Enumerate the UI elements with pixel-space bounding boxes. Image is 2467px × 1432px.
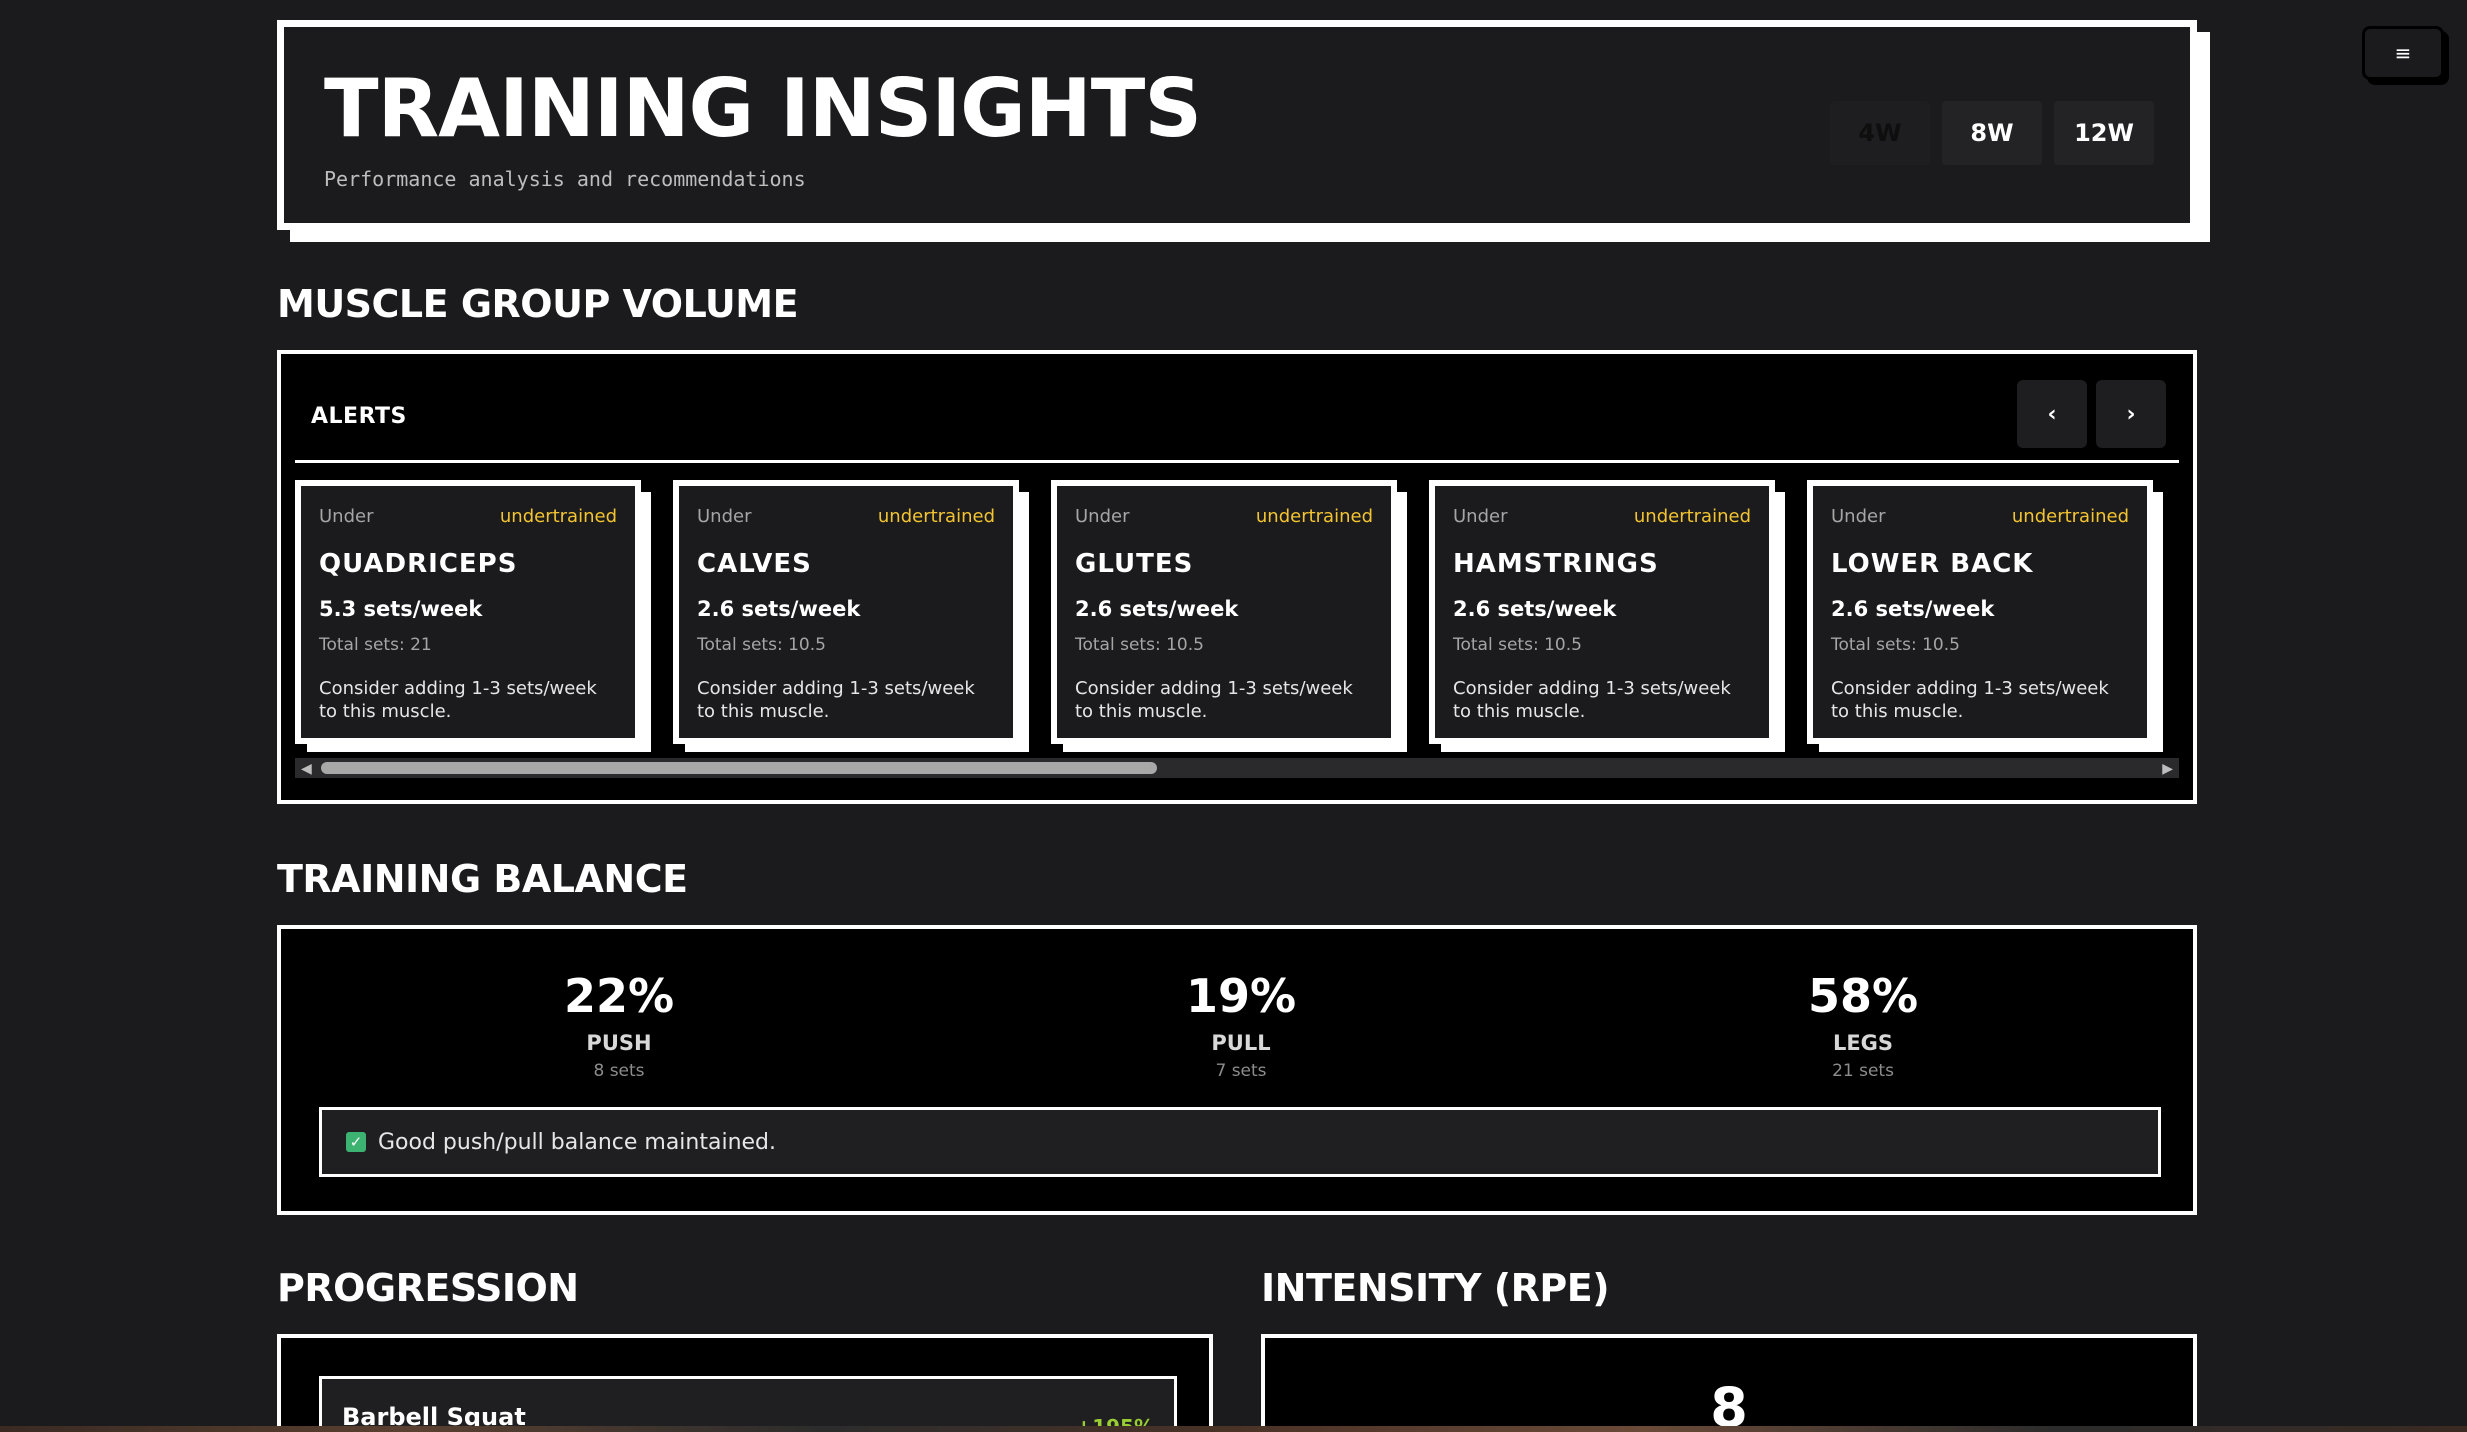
alert-badge: undertrained: [1633, 506, 1751, 527]
alert-badge: undertrained: [2011, 506, 2129, 527]
total-sets: Total sets: 10.5: [1075, 635, 1204, 655]
page-title: TRAINING INSIGHTS: [324, 62, 1202, 155]
section-title-muscle-volume: MUSCLE GROUP VOLUME: [277, 282, 799, 326]
progression-panel: Barbell Squat +195%: [277, 1334, 1213, 1432]
alert-card[interactable]: Under undertrained HAMSTRINGS 2.6 sets/w…: [1429, 480, 1785, 752]
balance-label: PULL: [1211, 1031, 1271, 1055]
alert-card[interactable]: Under undertrained GLUTES 2.6 sets/week …: [1051, 480, 1407, 752]
alert-card-body: Under undertrained QUADRICEPS 5.3 sets/w…: [295, 480, 641, 744]
section-title-training-balance: TRAINING BALANCE: [277, 857, 688, 901]
balance-sets: 8 sets: [593, 1061, 645, 1081]
page-header: TRAINING INSIGHTS Performance analysis a…: [277, 20, 2197, 230]
alerts-divider: [295, 460, 2179, 463]
menu-icon: ≡: [2394, 41, 2412, 65]
recommendation: Consider adding 1-3 sets/week to this mu…: [1075, 678, 1353, 723]
alert-status: Under: [1453, 506, 1508, 527]
range-tabs: 4W 8W 12W: [1830, 101, 2154, 165]
sets-per-week: 2.6 sets/week: [1831, 597, 1995, 621]
alert-card[interactable]: Under undertrained LOWER BACK 2.6 sets/w…: [1807, 480, 2163, 752]
total-sets: Total sets: 21: [319, 635, 432, 655]
alert-card[interactable]: Under undertrained CALVES 2.6 sets/week …: [673, 480, 1029, 752]
sets-per-week: 5.3 sets/week: [319, 597, 483, 621]
insights-page: ≡ TRAINING INSIGHTS Performance analysis…: [0, 0, 2467, 1432]
carousel-next-button[interactable]: ›: [2096, 380, 2166, 448]
menu-button[interactable]: ≡: [2362, 26, 2444, 80]
muscle-name: HAMSTRINGS: [1453, 549, 1659, 579]
balance-label: LEGS: [1832, 1031, 1894, 1055]
muscle-volume-panel: ALERTS ‹ › Under undertrained QUADRICEPS…: [277, 350, 2197, 804]
intensity-panel: 8: [1261, 1334, 2197, 1432]
alert-status: Under: [697, 506, 752, 527]
range-tab-12w[interactable]: 12W: [2054, 101, 2154, 165]
alert-cards-carousel[interactable]: Under undertrained QUADRICEPS 5.3 sets/w…: [295, 480, 2181, 752]
recommendation: Consider adding 1-3 sets/week to this mu…: [319, 678, 597, 723]
balance-sets: 7 sets: [1215, 1061, 1267, 1081]
alert-badge: undertrained: [877, 506, 995, 527]
balance-message: ✓ Good push/pull balance maintained.: [319, 1107, 2161, 1177]
sets-per-week: 2.6 sets/week: [1453, 597, 1617, 621]
scroll-left-icon[interactable]: ◀: [301, 762, 312, 776]
scroll-right-icon[interactable]: ▶: [2162, 762, 2173, 776]
range-tab-8w[interactable]: 8W: [1942, 101, 2042, 165]
alert-status: Under: [319, 506, 374, 527]
alert-card-body: Under undertrained CALVES 2.6 sets/week …: [673, 480, 1019, 744]
recommendation: Consider adding 1-3 sets/week to this mu…: [697, 678, 975, 723]
training-balance-panel: 22% PUSH 8 sets 19% PULL 7 sets 58% LEGS…: [277, 925, 2197, 1215]
balance-percent: 58%: [1807, 969, 1919, 1023]
total-sets: Total sets: 10.5: [1453, 635, 1582, 655]
muscle-name: QUADRICEPS: [319, 549, 518, 579]
bottom-image-strip: [0, 1426, 2467, 1432]
muscle-name: GLUTES: [1075, 549, 1194, 579]
alert-status: Under: [1075, 506, 1130, 527]
section-title-progression: PROGRESSION: [277, 1266, 579, 1310]
total-sets: Total sets: 10.5: [697, 635, 826, 655]
alerts-heading: ALERTS: [311, 404, 407, 429]
balance-label: PUSH: [586, 1031, 652, 1055]
alert-card-body: Under undertrained HAMSTRINGS 2.6 sets/w…: [1429, 480, 1775, 744]
balance-message-text: Good push/pull balance maintained.: [378, 1129, 777, 1155]
alert-card[interactable]: Under undertrained QUADRICEPS 5.3 sets/w…: [295, 480, 651, 752]
muscle-name: LOWER BACK: [1831, 549, 2034, 579]
balance-percent: 19%: [1185, 969, 1297, 1023]
progression-card[interactable]: Barbell Squat +195%: [319, 1376, 1177, 1432]
carousel-prev-button[interactable]: ‹: [2017, 380, 2087, 448]
alert-badge: undertrained: [1255, 506, 1373, 527]
balance-legs: 58% LEGS 21 sets: [1663, 969, 2063, 1081]
balance-percent: 22%: [563, 969, 675, 1023]
alert-card-body: Under undertrained GLUTES 2.6 sets/week …: [1051, 480, 1397, 744]
alert-status: Under: [1831, 506, 1886, 527]
horizontal-scrollbar[interactable]: ◀ ▶: [295, 758, 2179, 778]
rpe-value: 8: [1710, 1376, 1748, 1432]
alert-badge: undertrained: [499, 506, 617, 527]
page-subtitle: Performance analysis and recommendations: [324, 167, 806, 191]
range-tab-4w[interactable]: 4W: [1830, 101, 1930, 165]
section-title-intensity: INTENSITY (RPE): [1261, 1266, 1610, 1310]
check-icon: ✓: [346, 1132, 366, 1152]
total-sets: Total sets: 10.5: [1831, 635, 1960, 655]
balance-sets: 21 sets: [1832, 1061, 1894, 1081]
sets-per-week: 2.6 sets/week: [1075, 597, 1239, 621]
muscle-name: CALVES: [697, 549, 812, 579]
sets-per-week: 2.6 sets/week: [697, 597, 861, 621]
recommendation: Consider adding 1-3 sets/week to this mu…: [1831, 678, 2109, 723]
scroll-thumb[interactable]: [321, 762, 1157, 774]
recommendation: Consider adding 1-3 sets/week to this mu…: [1453, 678, 1731, 723]
balance-push: 22% PUSH 8 sets: [419, 969, 819, 1081]
balance-pull: 19% PULL 7 sets: [1041, 969, 1441, 1081]
alert-card-body: Under undertrained LOWER BACK 2.6 sets/w…: [1807, 480, 2153, 744]
